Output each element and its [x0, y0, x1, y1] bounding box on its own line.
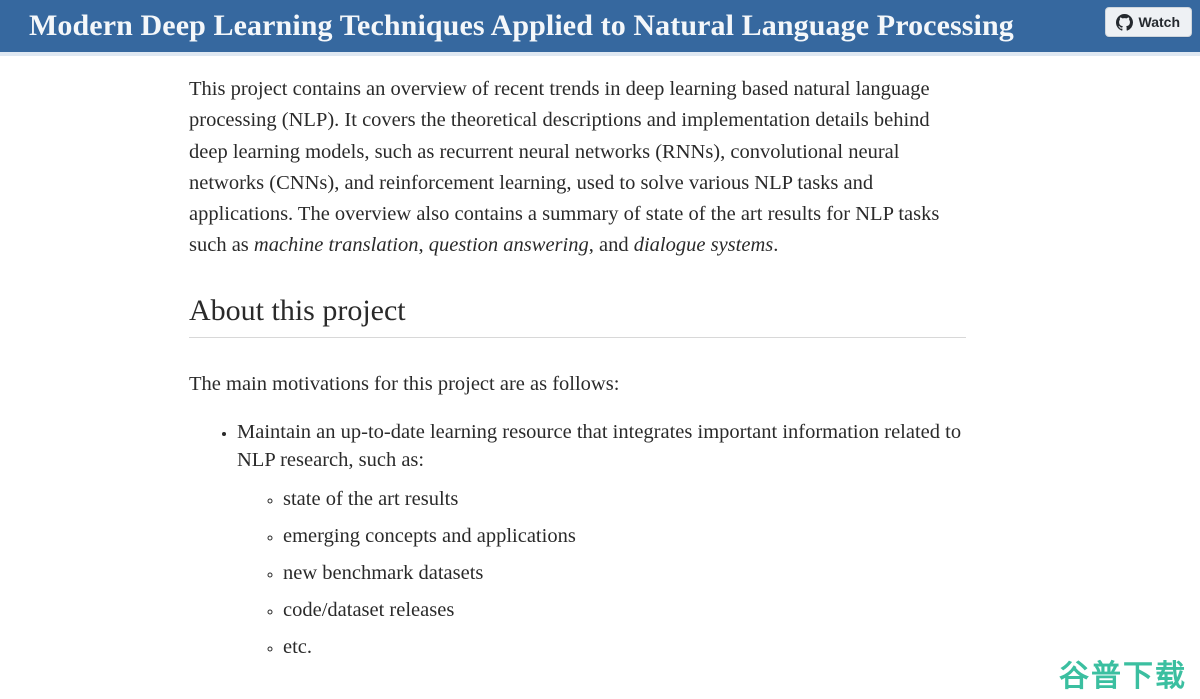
list-item: new benchmark datasets: [283, 559, 966, 587]
intro-emphasis-dialogue-systems: dialogue systems: [633, 234, 774, 257]
intro-text-part4: .: [773, 234, 779, 257]
watch-button-label: Watch: [1138, 14, 1180, 30]
list-item-text: Maintain an up-to-date learning resource…: [237, 421, 962, 472]
motivations-sublist: state of the art results emerging concep…: [237, 485, 966, 661]
intro-emphasis-question-answering: question answering: [428, 234, 589, 257]
site-header: Modern Deep Learning Techniques Applied …: [0, 0, 1200, 56]
about-section-heading: About this project: [189, 292, 966, 339]
intro-paragraph: This project contains an overview of rec…: [189, 52, 966, 262]
list-item: emerging concepts and applications: [283, 522, 966, 550]
motivations-lead-text: The main motivations for this project ar…: [189, 373, 620, 396]
list-item: code/dataset releases: [283, 596, 966, 624]
github-octocat-icon: [1115, 13, 1133, 31]
watch-button[interactable]: Watch: [1104, 7, 1192, 37]
list-item: Maintain an up-to-date learning resource…: [237, 418, 966, 661]
intro-text-part3: , and: [588, 234, 634, 257]
list-item: etc.: [283, 633, 966, 661]
watermark: 谷普下载: [1059, 659, 1187, 694]
content-wrapper: This project contains an overview of rec…: [189, 52, 966, 661]
intro-text-part2: ,: [418, 234, 429, 257]
main-content: This project contains an overview of rec…: [0, 52, 1200, 661]
page-title: Modern Deep Learning Techniques Applied …: [29, 9, 1014, 42]
motivations-list: Maintain an up-to-date learning resource…: [189, 418, 966, 661]
intro-text-part1: This project contains an overview of rec…: [189, 78, 940, 257]
list-item: state of the art results: [283, 485, 966, 513]
intro-emphasis-machine-translation: machine translation: [253, 234, 419, 257]
